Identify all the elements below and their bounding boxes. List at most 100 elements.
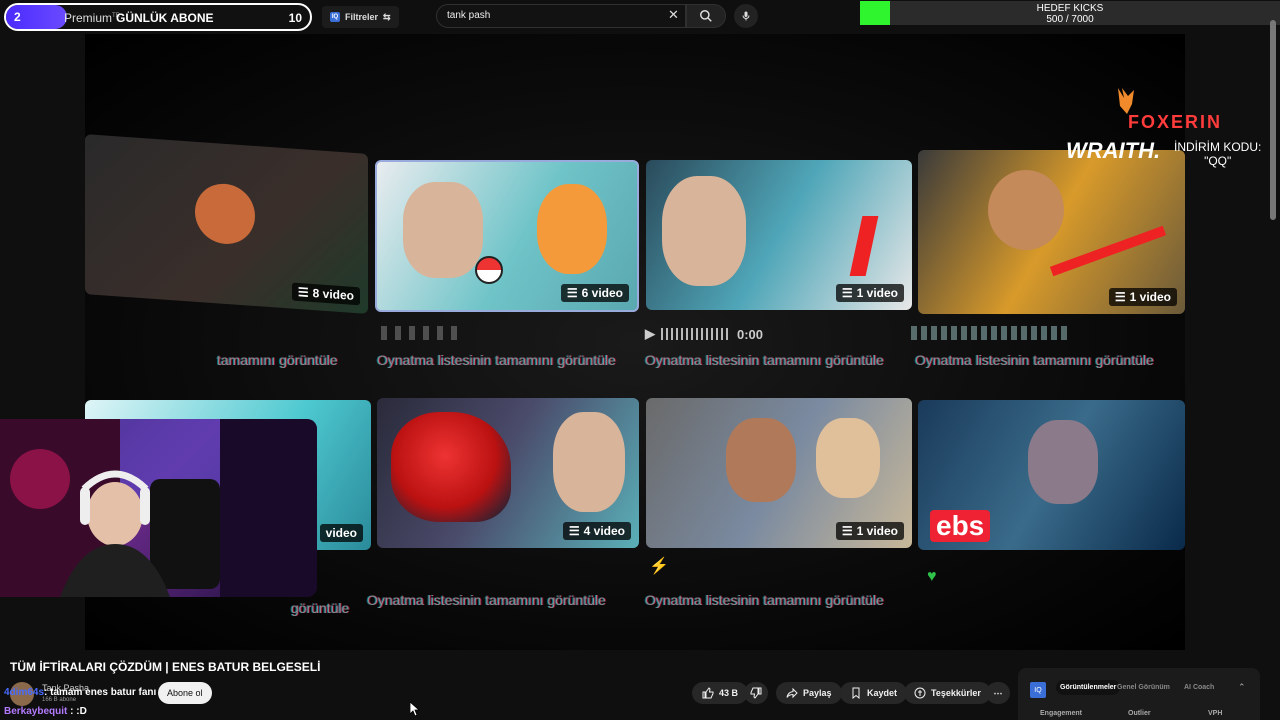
playlist-card-7[interactable]: ☰ 1 video — [646, 398, 912, 548]
more-actions-button[interactable]: ⋯ — [986, 682, 1010, 704]
daily-subscriber-widget: 2 PremiumTR GÜNLÜK ABONE 10 — [4, 3, 312, 31]
filters-button[interactable]: IQ Filtreler ⇆ — [322, 6, 399, 28]
video-count-badge: ☰ 1 video — [1108, 288, 1177, 306]
bookmark-icon — [852, 687, 860, 699]
collapse-chevron-icon[interactable]: ⌃ — [1238, 682, 1246, 693]
playlist-icon: ☰ — [568, 524, 580, 538]
view-playlist-caption[interactable]: Oynatma listesinin tamamını görüntüle — [645, 352, 884, 368]
audio-player: ▶ 0:00 — [645, 326, 763, 342]
view-playlist-caption[interactable]: Oynatma listesinin tamamını görüntüle — [915, 352, 1154, 368]
clear-search-icon[interactable]: ✕ — [668, 7, 684, 23]
video-count-badge: ☰ 1 video — [835, 522, 904, 540]
chat-text: : tamam enes batur fanı — [44, 687, 157, 698]
video-count-badge: ☰ 6 video — [560, 284, 629, 302]
column-outlier: Outlier — [1128, 710, 1151, 717]
tab-views[interactable]: Görüntülenmeler — [1056, 680, 1121, 695]
view-playlist-caption[interactable]: görüntüle — [291, 600, 349, 616]
pokeball-figure — [475, 256, 503, 284]
mouse-cursor-icon — [410, 702, 420, 716]
share-button[interactable]: Paylaş — [776, 682, 842, 704]
tab-ai-coach[interactable]: AI Coach — [1184, 684, 1214, 691]
play-icon: ▶ — [645, 326, 655, 341]
video-title: TÜM İFTİRALARI ÇÖZDÜM | ENES BATUR BELGE… — [10, 660, 321, 674]
like-button[interactable]: 43 B — [692, 682, 749, 704]
video-count-badge: ☰ 1 video — [835, 284, 904, 302]
thumbnail-face — [988, 170, 1064, 250]
audio-timestamp: 0:00 — [737, 326, 764, 342]
badge-label: 1 video — [1129, 290, 1171, 304]
chat-text: : :D — [67, 706, 87, 717]
subscriber-widget-title: GÜNLÜK ABONE — [116, 11, 214, 25]
sliders-icon: ⇆ — [383, 11, 391, 22]
subscribe-button[interactable]: Abone ol — [158, 682, 212, 704]
ebs-logo: ebs — [930, 510, 991, 542]
kicks-goal-title: HEDEF KICKS — [1036, 3, 1104, 14]
waveform — [661, 328, 731, 340]
thanks-label: Teşekkürler — [931, 688, 981, 698]
premium-brand: PremiumTR — [64, 11, 120, 25]
kicks-goal-value: 500 / 7000 — [1046, 14, 1094, 25]
playlist-card-6[interactable]: ☰ 4 video — [377, 398, 639, 548]
column-engagement: Engagement — [1040, 710, 1083, 717]
iq-icon: IQ — [330, 12, 340, 22]
playlist-card-3[interactable]: ☰ 1 video — [646, 160, 912, 310]
playlist-icon: ☰ — [841, 286, 853, 300]
dislike-button[interactable] — [744, 682, 768, 704]
playlist-card-8[interactable]: ebs — [918, 400, 1185, 550]
video-count-badge: ☰ 8 video — [291, 282, 360, 306]
badge-label: 1 video — [856, 286, 898, 300]
discount-code-label: İNDİRİM KODU: — [1174, 140, 1262, 154]
view-playlist-caption[interactable]: tamamını görüntüle — [217, 352, 338, 368]
kicks-goal-widget: HEDEF KICKS 500 / 7000 — [860, 1, 1280, 25]
search-input[interactable]: tank pash — [436, 4, 686, 28]
red-stroke-figure — [1049, 225, 1167, 277]
view-playlist-caption[interactable]: Oynatma listesinin tamamını görüntüle — [645, 592, 884, 608]
search-icon — [700, 10, 712, 22]
vidiq-panel: IQ Görüntülenmeler Genel Görünüm AI Coac… — [1018, 668, 1260, 720]
chat-message: 4dim64s: tamam enes batur fanı — [4, 687, 156, 698]
playlist-icon: ☰ — [841, 524, 853, 538]
page-scrollbar[interactable] — [1270, 20, 1276, 220]
badge-label: video — [325, 526, 357, 540]
playlist-card-4[interactable]: ☰ 1 video — [918, 150, 1185, 314]
badge-label: 4 video — [583, 524, 625, 538]
thanks-button[interactable]: Teşekkürler — [904, 682, 991, 704]
share-icon — [786, 687, 798, 699]
thumbnail-figure — [195, 181, 255, 246]
thumbnail-face — [1028, 420, 1098, 504]
playlist-icon: ☰ — [297, 284, 309, 300]
chat-message: Berkaybequit : :D — [4, 706, 87, 717]
search-button[interactable] — [686, 4, 726, 28]
spiderman-figure — [391, 412, 511, 522]
thumbs-down-icon — [750, 687, 762, 699]
playlist-icon: ☰ — [1114, 290, 1126, 304]
view-playlist-caption[interactable]: Oynatma listesinin tamamını görüntüle — [367, 592, 606, 608]
save-button[interactable]: Kaydet — [840, 682, 908, 704]
webcam-scene — [0, 419, 317, 597]
playlist-icon: ☰ — [566, 286, 578, 300]
card-meta-icons — [911, 326, 1071, 340]
badge-label: 6 video — [581, 286, 623, 300]
video-count-badge: ☰ 4 video — [562, 522, 631, 540]
more-icon: ⋯ — [993, 687, 1003, 698]
sponsor-brand: FOXERIN — [1128, 112, 1223, 132]
screen: 2 PremiumTR GÜNLÜK ABONE 10 IQ Filtreler… — [0, 0, 1280, 720]
chat-username: 4dim64s — [4, 687, 45, 698]
save-label: Kaydet — [867, 688, 898, 698]
tab-overview[interactable]: Genel Görünüm — [1117, 684, 1170, 691]
playlist-card-2[interactable]: ☰ 6 video — [375, 160, 639, 312]
top-bar: 2 PremiumTR GÜNLÜK ABONE 10 IQ Filtreler… — [0, 0, 1280, 34]
vidiq-icon: IQ — [1030, 682, 1046, 698]
subscriber-count: 2 — [14, 10, 21, 24]
charmander-figure — [537, 184, 607, 274]
super-thanks-icon — [914, 687, 926, 699]
view-playlist-caption[interactable]: Oynatma listesinin tamamını görüntüle — [377, 352, 616, 368]
discount-code: İNDİRİM KODU: "QQ" — [1174, 140, 1261, 168]
share-label: Paylaş — [803, 688, 832, 698]
chat-username: Berkaybequit — [4, 706, 68, 717]
voice-search-button[interactable] — [734, 4, 758, 28]
thumbnail-face — [662, 176, 746, 286]
playlist-card-1[interactable]: ☰ 8 video — [85, 134, 368, 314]
filters-label: Filtreler — [345, 12, 379, 22]
sponsor-product: WRAITH. — [1066, 138, 1161, 163]
